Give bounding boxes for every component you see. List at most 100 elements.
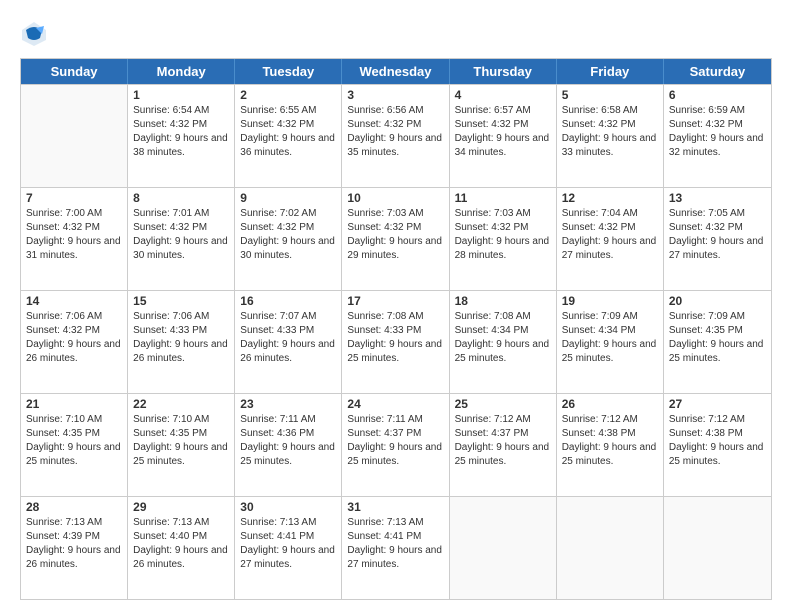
day-cell-29: 29 Sunrise: 7:13 AMSunset: 4:40 PMDaylig… [128, 497, 235, 599]
day-cell-18: 18 Sunrise: 7:08 AMSunset: 4:34 PMDaylig… [450, 291, 557, 393]
day-number: 29 [133, 500, 229, 514]
day-number: 20 [669, 294, 766, 308]
day-cell-31: 31 Sunrise: 7:13 AMSunset: 4:41 PMDaylig… [342, 497, 449, 599]
day-info: Sunrise: 7:10 AMSunset: 4:35 PMDaylight:… [26, 413, 122, 469]
day-number: 11 [455, 191, 551, 205]
day-info: Sunrise: 7:01 AMSunset: 4:32 PMDaylight:… [133, 207, 229, 263]
day-info: Sunrise: 7:06 AMSunset: 4:33 PMDaylight:… [133, 310, 229, 366]
calendar-header: SundayMondayTuesdayWednesdayThursdayFrid… [21, 59, 771, 84]
day-header-saturday: Saturday [664, 59, 771, 84]
day-cell-3: 3 Sunrise: 6:56 AMSunset: 4:32 PMDayligh… [342, 85, 449, 187]
day-info: Sunrise: 6:58 AMSunset: 4:32 PMDaylight:… [562, 104, 658, 160]
page: SundayMondayTuesdayWednesdayThursdayFrid… [0, 0, 792, 612]
day-cell-2: 2 Sunrise: 6:55 AMSunset: 4:32 PMDayligh… [235, 85, 342, 187]
day-cell-1: 1 Sunrise: 6:54 AMSunset: 4:32 PMDayligh… [128, 85, 235, 187]
day-info: Sunrise: 7:13 AMSunset: 4:41 PMDaylight:… [347, 516, 443, 572]
day-info: Sunrise: 6:59 AMSunset: 4:32 PMDaylight:… [669, 104, 766, 160]
day-info: Sunrise: 7:12 AMSunset: 4:37 PMDaylight:… [455, 413, 551, 469]
day-number: 26 [562, 397, 658, 411]
day-info: Sunrise: 7:07 AMSunset: 4:33 PMDaylight:… [240, 310, 336, 366]
day-info: Sunrise: 7:13 AMSunset: 4:40 PMDaylight:… [133, 516, 229, 572]
day-info: Sunrise: 7:12 AMSunset: 4:38 PMDaylight:… [562, 413, 658, 469]
empty-cell [664, 497, 771, 599]
day-info: Sunrise: 7:03 AMSunset: 4:32 PMDaylight:… [347, 207, 443, 263]
day-cell-22: 22 Sunrise: 7:10 AMSunset: 4:35 PMDaylig… [128, 394, 235, 496]
day-cell-25: 25 Sunrise: 7:12 AMSunset: 4:37 PMDaylig… [450, 394, 557, 496]
day-number: 22 [133, 397, 229, 411]
day-cell-15: 15 Sunrise: 7:06 AMSunset: 4:33 PMDaylig… [128, 291, 235, 393]
day-cell-24: 24 Sunrise: 7:11 AMSunset: 4:37 PMDaylig… [342, 394, 449, 496]
day-info: Sunrise: 7:13 AMSunset: 4:41 PMDaylight:… [240, 516, 336, 572]
day-cell-13: 13 Sunrise: 7:05 AMSunset: 4:32 PMDaylig… [664, 188, 771, 290]
day-info: Sunrise: 6:55 AMSunset: 4:32 PMDaylight:… [240, 104, 336, 160]
day-number: 21 [26, 397, 122, 411]
day-number: 15 [133, 294, 229, 308]
day-number: 2 [240, 88, 336, 102]
day-number: 13 [669, 191, 766, 205]
day-number: 25 [455, 397, 551, 411]
day-cell-14: 14 Sunrise: 7:06 AMSunset: 4:32 PMDaylig… [21, 291, 128, 393]
day-header-sunday: Sunday [21, 59, 128, 84]
day-info: Sunrise: 7:10 AMSunset: 4:35 PMDaylight:… [133, 413, 229, 469]
day-number: 10 [347, 191, 443, 205]
day-cell-5: 5 Sunrise: 6:58 AMSunset: 4:32 PMDayligh… [557, 85, 664, 187]
day-number: 16 [240, 294, 336, 308]
day-info: Sunrise: 7:02 AMSunset: 4:32 PMDaylight:… [240, 207, 336, 263]
day-info: Sunrise: 7:00 AMSunset: 4:32 PMDaylight:… [26, 207, 122, 263]
day-cell-26: 26 Sunrise: 7:12 AMSunset: 4:38 PMDaylig… [557, 394, 664, 496]
day-cell-16: 16 Sunrise: 7:07 AMSunset: 4:33 PMDaylig… [235, 291, 342, 393]
day-cell-20: 20 Sunrise: 7:09 AMSunset: 4:35 PMDaylig… [664, 291, 771, 393]
week-row-4: 21 Sunrise: 7:10 AMSunset: 4:35 PMDaylig… [21, 393, 771, 496]
day-info: Sunrise: 7:08 AMSunset: 4:33 PMDaylight:… [347, 310, 443, 366]
day-number: 24 [347, 397, 443, 411]
logo [20, 20, 52, 48]
day-info: Sunrise: 7:06 AMSunset: 4:32 PMDaylight:… [26, 310, 122, 366]
day-number: 23 [240, 397, 336, 411]
day-info: Sunrise: 6:57 AMSunset: 4:32 PMDaylight:… [455, 104, 551, 160]
empty-cell [557, 497, 664, 599]
day-info: Sunrise: 6:54 AMSunset: 4:32 PMDaylight:… [133, 104, 229, 160]
empty-cell [450, 497, 557, 599]
day-header-friday: Friday [557, 59, 664, 84]
day-number: 9 [240, 191, 336, 205]
day-cell-19: 19 Sunrise: 7:09 AMSunset: 4:34 PMDaylig… [557, 291, 664, 393]
week-row-5: 28 Sunrise: 7:13 AMSunset: 4:39 PMDaylig… [21, 496, 771, 599]
day-info: Sunrise: 7:13 AMSunset: 4:39 PMDaylight:… [26, 516, 122, 572]
day-info: Sunrise: 7:12 AMSunset: 4:38 PMDaylight:… [669, 413, 766, 469]
day-cell-27: 27 Sunrise: 7:12 AMSunset: 4:38 PMDaylig… [664, 394, 771, 496]
calendar: SundayMondayTuesdayWednesdayThursdayFrid… [20, 58, 772, 600]
empty-cell [21, 85, 128, 187]
day-cell-4: 4 Sunrise: 6:57 AMSunset: 4:32 PMDayligh… [450, 85, 557, 187]
day-cell-9: 9 Sunrise: 7:02 AMSunset: 4:32 PMDayligh… [235, 188, 342, 290]
day-info: Sunrise: 7:11 AMSunset: 4:36 PMDaylight:… [240, 413, 336, 469]
day-header-wednesday: Wednesday [342, 59, 449, 84]
day-cell-21: 21 Sunrise: 7:10 AMSunset: 4:35 PMDaylig… [21, 394, 128, 496]
day-cell-28: 28 Sunrise: 7:13 AMSunset: 4:39 PMDaylig… [21, 497, 128, 599]
day-number: 19 [562, 294, 658, 308]
logo-icon [20, 20, 48, 48]
week-row-2: 7 Sunrise: 7:00 AMSunset: 4:32 PMDayligh… [21, 187, 771, 290]
day-header-tuesday: Tuesday [235, 59, 342, 84]
day-info: Sunrise: 7:09 AMSunset: 4:34 PMDaylight:… [562, 310, 658, 366]
day-number: 8 [133, 191, 229, 205]
day-header-thursday: Thursday [450, 59, 557, 84]
day-number: 6 [669, 88, 766, 102]
day-cell-12: 12 Sunrise: 7:04 AMSunset: 4:32 PMDaylig… [557, 188, 664, 290]
day-info: Sunrise: 6:56 AMSunset: 4:32 PMDaylight:… [347, 104, 443, 160]
day-number: 31 [347, 500, 443, 514]
day-header-monday: Monday [128, 59, 235, 84]
day-number: 17 [347, 294, 443, 308]
day-number: 5 [562, 88, 658, 102]
day-number: 7 [26, 191, 122, 205]
day-cell-10: 10 Sunrise: 7:03 AMSunset: 4:32 PMDaylig… [342, 188, 449, 290]
week-row-3: 14 Sunrise: 7:06 AMSunset: 4:32 PMDaylig… [21, 290, 771, 393]
day-cell-6: 6 Sunrise: 6:59 AMSunset: 4:32 PMDayligh… [664, 85, 771, 187]
day-cell-7: 7 Sunrise: 7:00 AMSunset: 4:32 PMDayligh… [21, 188, 128, 290]
day-number: 12 [562, 191, 658, 205]
week-row-1: 1 Sunrise: 6:54 AMSunset: 4:32 PMDayligh… [21, 84, 771, 187]
day-info: Sunrise: 7:03 AMSunset: 4:32 PMDaylight:… [455, 207, 551, 263]
day-number: 4 [455, 88, 551, 102]
day-cell-23: 23 Sunrise: 7:11 AMSunset: 4:36 PMDaylig… [235, 394, 342, 496]
calendar-body: 1 Sunrise: 6:54 AMSunset: 4:32 PMDayligh… [21, 84, 771, 599]
day-info: Sunrise: 7:09 AMSunset: 4:35 PMDaylight:… [669, 310, 766, 366]
